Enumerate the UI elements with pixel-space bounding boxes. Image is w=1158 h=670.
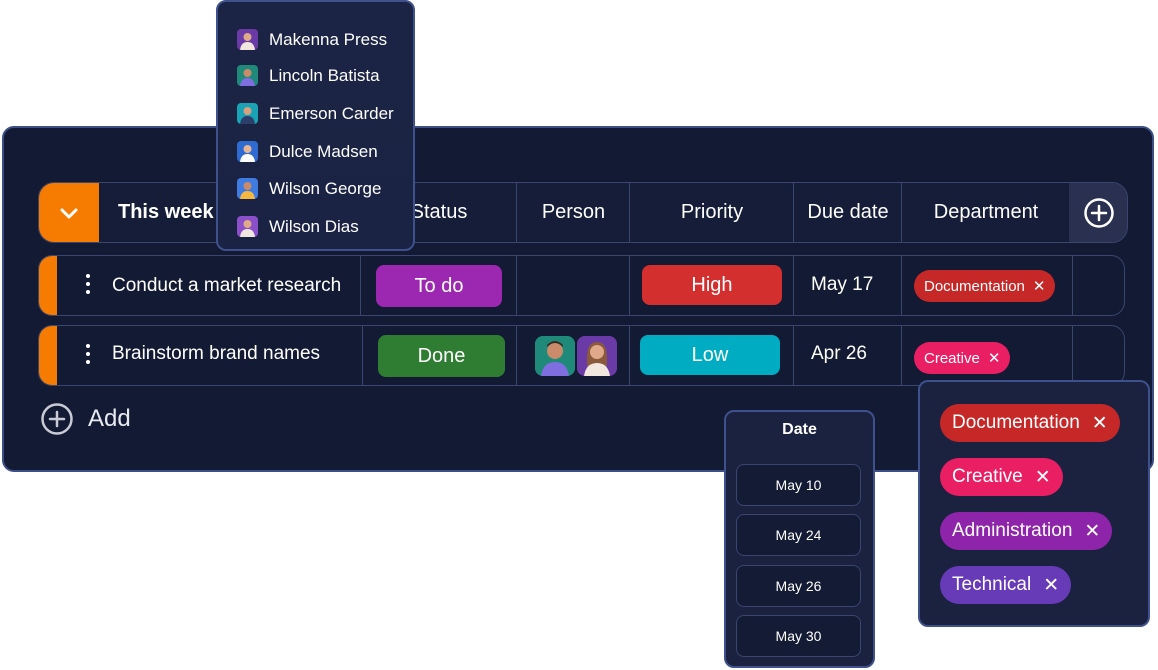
department-option[interactable]: Documentation ✕	[940, 404, 1120, 442]
empty-cell	[1072, 326, 1124, 385]
person-option[interactable]: Dulce Madsen	[237, 141, 378, 162]
date-option[interactable]: May 30	[736, 615, 861, 657]
avatar[interactable]	[577, 336, 617, 376]
column-header-department[interactable]: Department	[901, 183, 1070, 242]
task-name[interactable]: Brainstorm brand names	[112, 326, 320, 383]
close-icon[interactable]: ✕	[1092, 412, 1108, 435]
priority-pill[interactable]: High	[642, 265, 782, 305]
person-option[interactable]: Makenna Press	[237, 29, 387, 50]
table-row[interactable]: Brainstorm brand names Done Low Apr 26 C…	[38, 325, 1125, 386]
department-option-label: Documentation	[952, 412, 1080, 433]
person-option[interactable]: Wilson Dias	[237, 216, 359, 237]
column-header-person[interactable]: Person	[516, 183, 630, 242]
person-option-label: Wilson Dias	[269, 216, 359, 236]
avatar[interactable]	[535, 336, 575, 376]
department-cell[interactable]: Documentation ✕	[901, 256, 1073, 315]
department-dropdown: Documentation ✕ Creative ✕ Administratio…	[918, 380, 1150, 627]
status-cell[interactable]: Done	[362, 326, 517, 385]
due-date-value: Apr 26	[811, 343, 867, 364]
due-date-cell[interactable]: Apr 26	[793, 326, 902, 385]
priority-cell[interactable]: Low	[629, 326, 794, 385]
column-header-due-date[interactable]: Due date	[793, 183, 902, 242]
close-icon[interactable]: ✕	[1035, 466, 1051, 489]
department-option-label: Creative	[952, 466, 1023, 487]
person-option-label: Emerson Carder	[269, 103, 394, 123]
due-date-cell[interactable]: May 17	[793, 256, 902, 315]
task-name[interactable]: Conduct a market research	[112, 256, 341, 315]
person-option-label: Wilson George	[269, 178, 382, 198]
due-date-value: May 17	[811, 274, 874, 295]
department-option[interactable]: Technical ✕	[940, 566, 1072, 604]
status-cell[interactable]: To do	[360, 256, 517, 315]
person-option-label: Dulce Madsen	[269, 141, 378, 161]
avatar	[237, 103, 258, 124]
more-vertical-icon[interactable]	[85, 344, 91, 368]
close-icon[interactable]: ✕	[988, 349, 1001, 367]
close-icon[interactable]: ✕	[1033, 277, 1046, 295]
person-avatar-icon	[577, 336, 617, 376]
date-option[interactable]: May 10	[736, 464, 861, 506]
department-tag[interactable]: Documentation ✕	[914, 270, 1056, 302]
close-icon[interactable]: ✕	[1084, 520, 1100, 543]
plus-circle-icon	[1084, 197, 1114, 228]
table-row[interactable]: Conduct a market research To do High May…	[38, 255, 1125, 316]
date-option[interactable]: May 26	[736, 565, 861, 607]
add-item-label: Add	[88, 405, 131, 432]
status-pill[interactable]: Done	[378, 335, 505, 377]
column-header-priority[interactable]: Priority	[629, 183, 794, 242]
add-item-button[interactable]: Add	[40, 402, 131, 436]
group-title: This week	[118, 201, 214, 223]
row-color-indicator	[39, 326, 57, 385]
department-option[interactable]: Creative ✕	[940, 458, 1063, 496]
avatar	[237, 141, 258, 162]
status-pill[interactable]: To do	[376, 265, 502, 307]
department-option-label: Administration	[952, 520, 1073, 541]
person-cell[interactable]	[516, 326, 630, 385]
avatar	[237, 216, 258, 237]
date-dropdown: Date May 10 May 24 May 26 May 30	[724, 410, 875, 668]
person-option[interactable]: Wilson George	[237, 178, 381, 199]
plus-circle-icon	[41, 403, 73, 435]
department-tag-label: Creative	[924, 349, 980, 367]
person-dropdown: Makenna Press Lincoln Batista Emerson Ca…	[216, 0, 415, 251]
empty-cell	[1072, 256, 1124, 315]
date-option[interactable]: May 24	[736, 514, 861, 556]
close-icon[interactable]: ✕	[1043, 574, 1059, 597]
department-cell[interactable]: Creative ✕	[901, 326, 1073, 385]
row-color-indicator	[39, 256, 57, 315]
person-option-label: Makenna Press	[269, 29, 388, 49]
chevron-down-icon	[60, 208, 78, 218]
department-option[interactable]: Administration ✕	[940, 512, 1113, 550]
priority-pill[interactable]: Low	[640, 335, 780, 375]
person-option[interactable]: Lincoln Batista	[237, 65, 380, 86]
person-cell[interactable]	[516, 256, 630, 315]
more-vertical-icon[interactable]	[85, 274, 91, 298]
collapse-group-button[interactable]	[39, 183, 99, 242]
department-tag-label: Documentation	[924, 277, 1025, 295]
avatar	[237, 178, 258, 199]
avatar	[237, 65, 258, 86]
add-column-button[interactable]	[1069, 183, 1127, 242]
person-option[interactable]: Emerson Carder	[237, 103, 394, 124]
department-tag[interactable]: Creative ✕	[914, 342, 1011, 374]
group-header: This week Status Person Priority Due dat…	[38, 182, 1128, 243]
avatar	[237, 29, 258, 50]
person-avatar-icon	[535, 336, 575, 376]
priority-cell[interactable]: High	[629, 256, 794, 315]
person-option-label: Lincoln Batista	[269, 65, 380, 85]
date-dropdown-title: Date	[782, 421, 817, 438]
department-option-label: Technical	[952, 574, 1032, 595]
